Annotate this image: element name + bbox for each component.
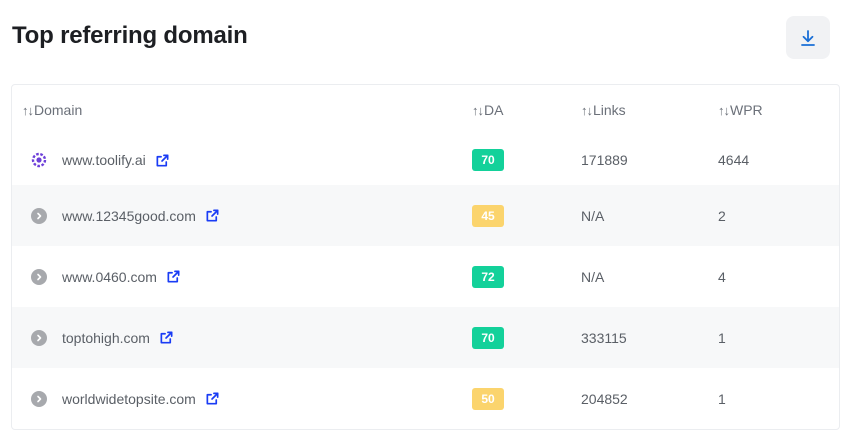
external-link-icon[interactable]: [159, 330, 174, 345]
table-row: worldwidetopsite.com 50 204852 1: [12, 368, 839, 429]
page-title: Top referring domain: [12, 22, 248, 49]
sort-arrows-icon: ↑↓: [22, 102, 34, 118]
column-label-links: Links: [593, 102, 626, 118]
chevron-right-circle-icon: [30, 268, 48, 286]
domain-label: www.12345good.com: [62, 207, 196, 224]
wpr-value: 1: [718, 329, 726, 346]
chevron-right-circle-icon: [30, 329, 48, 347]
domain-label: toptohigh.com: [62, 329, 150, 346]
wpr-value: 1: [718, 390, 726, 407]
links-value: N/A: [581, 207, 605, 224]
da-badge: 70: [472, 326, 504, 349]
table-header: ↑↓ Domain ↑↓ DA ↑↓ Links ↑↓ WPR: [12, 85, 839, 135]
domain-link[interactable]: worldwidetopsite.com: [62, 391, 220, 407]
links-value: 204852: [581, 390, 628, 407]
da-badge: 50: [472, 387, 504, 410]
referring-domains-table: ↑↓ Domain ↑↓ DA ↑↓ Links ↑↓ WPR www.tool…: [11, 84, 840, 430]
da-badge: 45: [472, 204, 504, 227]
table-row: toptohigh.com 70 333115 1: [12, 307, 839, 368]
sort-arrows-icon: ↑↓: [718, 102, 730, 118]
sort-arrows-icon: ↑↓: [472, 102, 484, 118]
sort-da-header[interactable]: ↑↓ DA: [472, 102, 503, 118]
domain-label: www.0460.com: [62, 268, 157, 285]
domain-link[interactable]: www.0460.com: [62, 269, 181, 285]
domain-link[interactable]: toptohigh.com: [62, 330, 174, 346]
sort-arrows-icon: ↑↓: [581, 102, 593, 118]
external-link-icon[interactable]: [166, 269, 181, 284]
links-value: 171889: [581, 152, 628, 168]
sort-domain-header[interactable]: ↑↓ Domain: [22, 102, 82, 118]
domain-link[interactable]: www.12345good.com: [62, 208, 220, 224]
da-badge: 70: [472, 149, 504, 171]
external-link-icon[interactable]: [205, 208, 220, 223]
domain-label: worldwidetopsite.com: [62, 390, 196, 407]
domain-link[interactable]: www.toolify.ai: [62, 152, 170, 168]
da-badge: 72: [472, 265, 504, 288]
table-row: www.12345good.com 45 N/A 2: [12, 185, 839, 246]
chevron-right-circle-icon: [30, 390, 48, 408]
column-label-wpr: WPR: [730, 102, 763, 118]
links-value: N/A: [581, 268, 605, 285]
wpr-value: 2: [718, 207, 726, 224]
toolify-favicon-icon: [30, 151, 48, 169]
table-row: www.0460.com 72 N/A 4: [12, 246, 839, 307]
table-row: www.toolify.ai 70 171889 4644: [12, 135, 839, 185]
download-button[interactable]: [786, 16, 830, 59]
sort-wpr-header[interactable]: ↑↓ WPR: [718, 102, 763, 118]
column-label-da: DA: [484, 102, 504, 118]
sort-links-header[interactable]: ↑↓ Links: [581, 102, 626, 118]
download-icon: [801, 29, 815, 46]
external-link-icon[interactable]: [205, 391, 220, 406]
wpr-value: 4644: [718, 152, 750, 168]
column-label-domain: Domain: [34, 102, 83, 118]
chevron-right-circle-icon: [30, 207, 48, 225]
external-link-icon[interactable]: [155, 153, 170, 168]
domain-label: www.toolify.ai: [62, 152, 146, 168]
links-value: 333115: [581, 329, 627, 346]
wpr-value: 4: [718, 268, 726, 285]
